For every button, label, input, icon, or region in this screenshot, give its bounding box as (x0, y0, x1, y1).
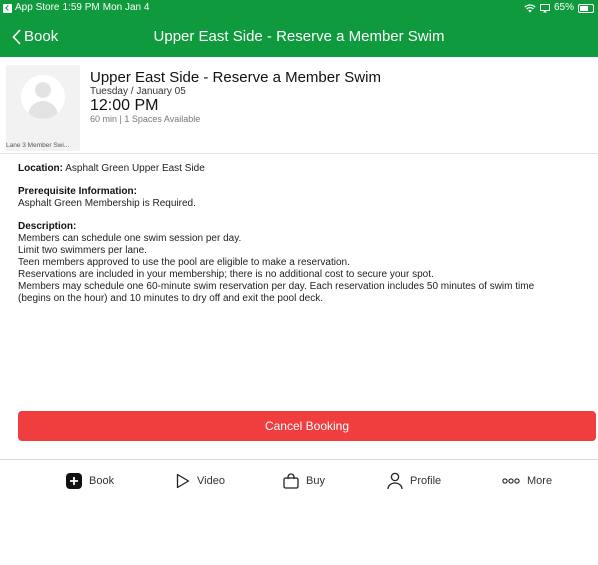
status-app-name[interactable]: App Store (15, 0, 59, 16)
screen-mirror-icon (539, 3, 550, 12)
tab-buy[interactable]: Buy (283, 470, 325, 492)
description-line: Reservations are included in your member… (18, 269, 434, 280)
status-right: 65% (524, 0, 594, 16)
status-left: App Store 1:59 PM Mon Jan 4 (3, 0, 149, 16)
wifi-icon (524, 3, 536, 12)
divider (0, 153, 598, 154)
description-line: Teen members approved to use the pool ar… (18, 257, 350, 268)
session-meta: 60 min | 1 Spaces Available (90, 114, 201, 124)
status-bar: App Store 1:59 PM Mon Jan 4 65% (0, 0, 598, 16)
tab-label: Book (89, 475, 115, 487)
session-time: 12:00 PM (90, 97, 159, 114)
prerequisite-value: Asphalt Green Membership is Required. (18, 198, 196, 209)
description-label: Description: (18, 221, 77, 232)
status-date: Mon Jan 4 (102, 2, 150, 13)
location-value: Asphalt Green Upper East Side (65, 163, 205, 174)
location-label: Location: (18, 163, 63, 174)
session-title: Upper East Side - Reserve a Member Swim (90, 69, 381, 86)
tab-book[interactable]: Book (66, 470, 114, 492)
description-line: (begins on the hour) and 10 minutes to d… (18, 293, 324, 304)
play-triangle-icon (176, 473, 190, 489)
session-thumbnail: Lane 3 Member Swi... (6, 65, 80, 151)
battery-icon (578, 3, 594, 13)
description-section: Description: Members can schedule one sw… (18, 221, 590, 305)
tab-label: More (527, 475, 553, 487)
location-row: Location: Asphalt Green Upper East Side (18, 163, 590, 175)
tab-more[interactable]: More (502, 470, 552, 492)
description-text: Members can schedule one swim session pe… (18, 233, 590, 305)
empty-area (0, 500, 598, 565)
thumbnail-caption: Lane 3 Member Swi... (6, 142, 70, 149)
tab-label: Buy (306, 475, 325, 487)
description-line: Members can schedule one swim session pe… (18, 233, 242, 244)
shopping-bag-icon (283, 473, 299, 489)
session-details: Location: Asphalt Green Upper East Side … (18, 163, 590, 316)
app-screen: App Store 1:59 PM Mon Jan 4 65% Book Upp… (0, 0, 598, 565)
back-to-app-icon[interactable] (3, 3, 12, 13)
nav-bar: Book Upper East Side - Reserve a Member … (0, 16, 598, 57)
description-line: Limit two swimmers per lane. (18, 245, 147, 256)
session-header: Lane 3 Member Swi... Upper East Side - R… (0, 57, 598, 153)
session-date: Tuesday / January 05 (90, 86, 186, 97)
prerequisite-label: Prerequisite Information: (18, 186, 137, 197)
avatar-placeholder-icon (21, 75, 65, 119)
cancel-booking-button[interactable]: Cancel Booking (18, 411, 596, 441)
description-line: Members may schedule one 60-minute swim … (18, 281, 535, 292)
prerequisite-section: Prerequisite Information: Asphalt Green … (18, 186, 590, 210)
tab-label: Video (197, 475, 225, 487)
battery-percent: 65% (553, 2, 574, 13)
plus-square-icon (66, 473, 82, 489)
tab-bar: Book Video Buy Profile More (0, 460, 598, 500)
more-dots-icon (502, 478, 520, 484)
person-icon (387, 472, 403, 490)
page-title: Upper East Side - Reserve a Member Swim (153, 28, 445, 45)
status-time: 1:59 PM (62, 2, 100, 13)
tab-profile[interactable]: Profile (387, 470, 441, 492)
tab-label: Profile (410, 475, 442, 487)
tab-video[interactable]: Video (176, 470, 225, 492)
